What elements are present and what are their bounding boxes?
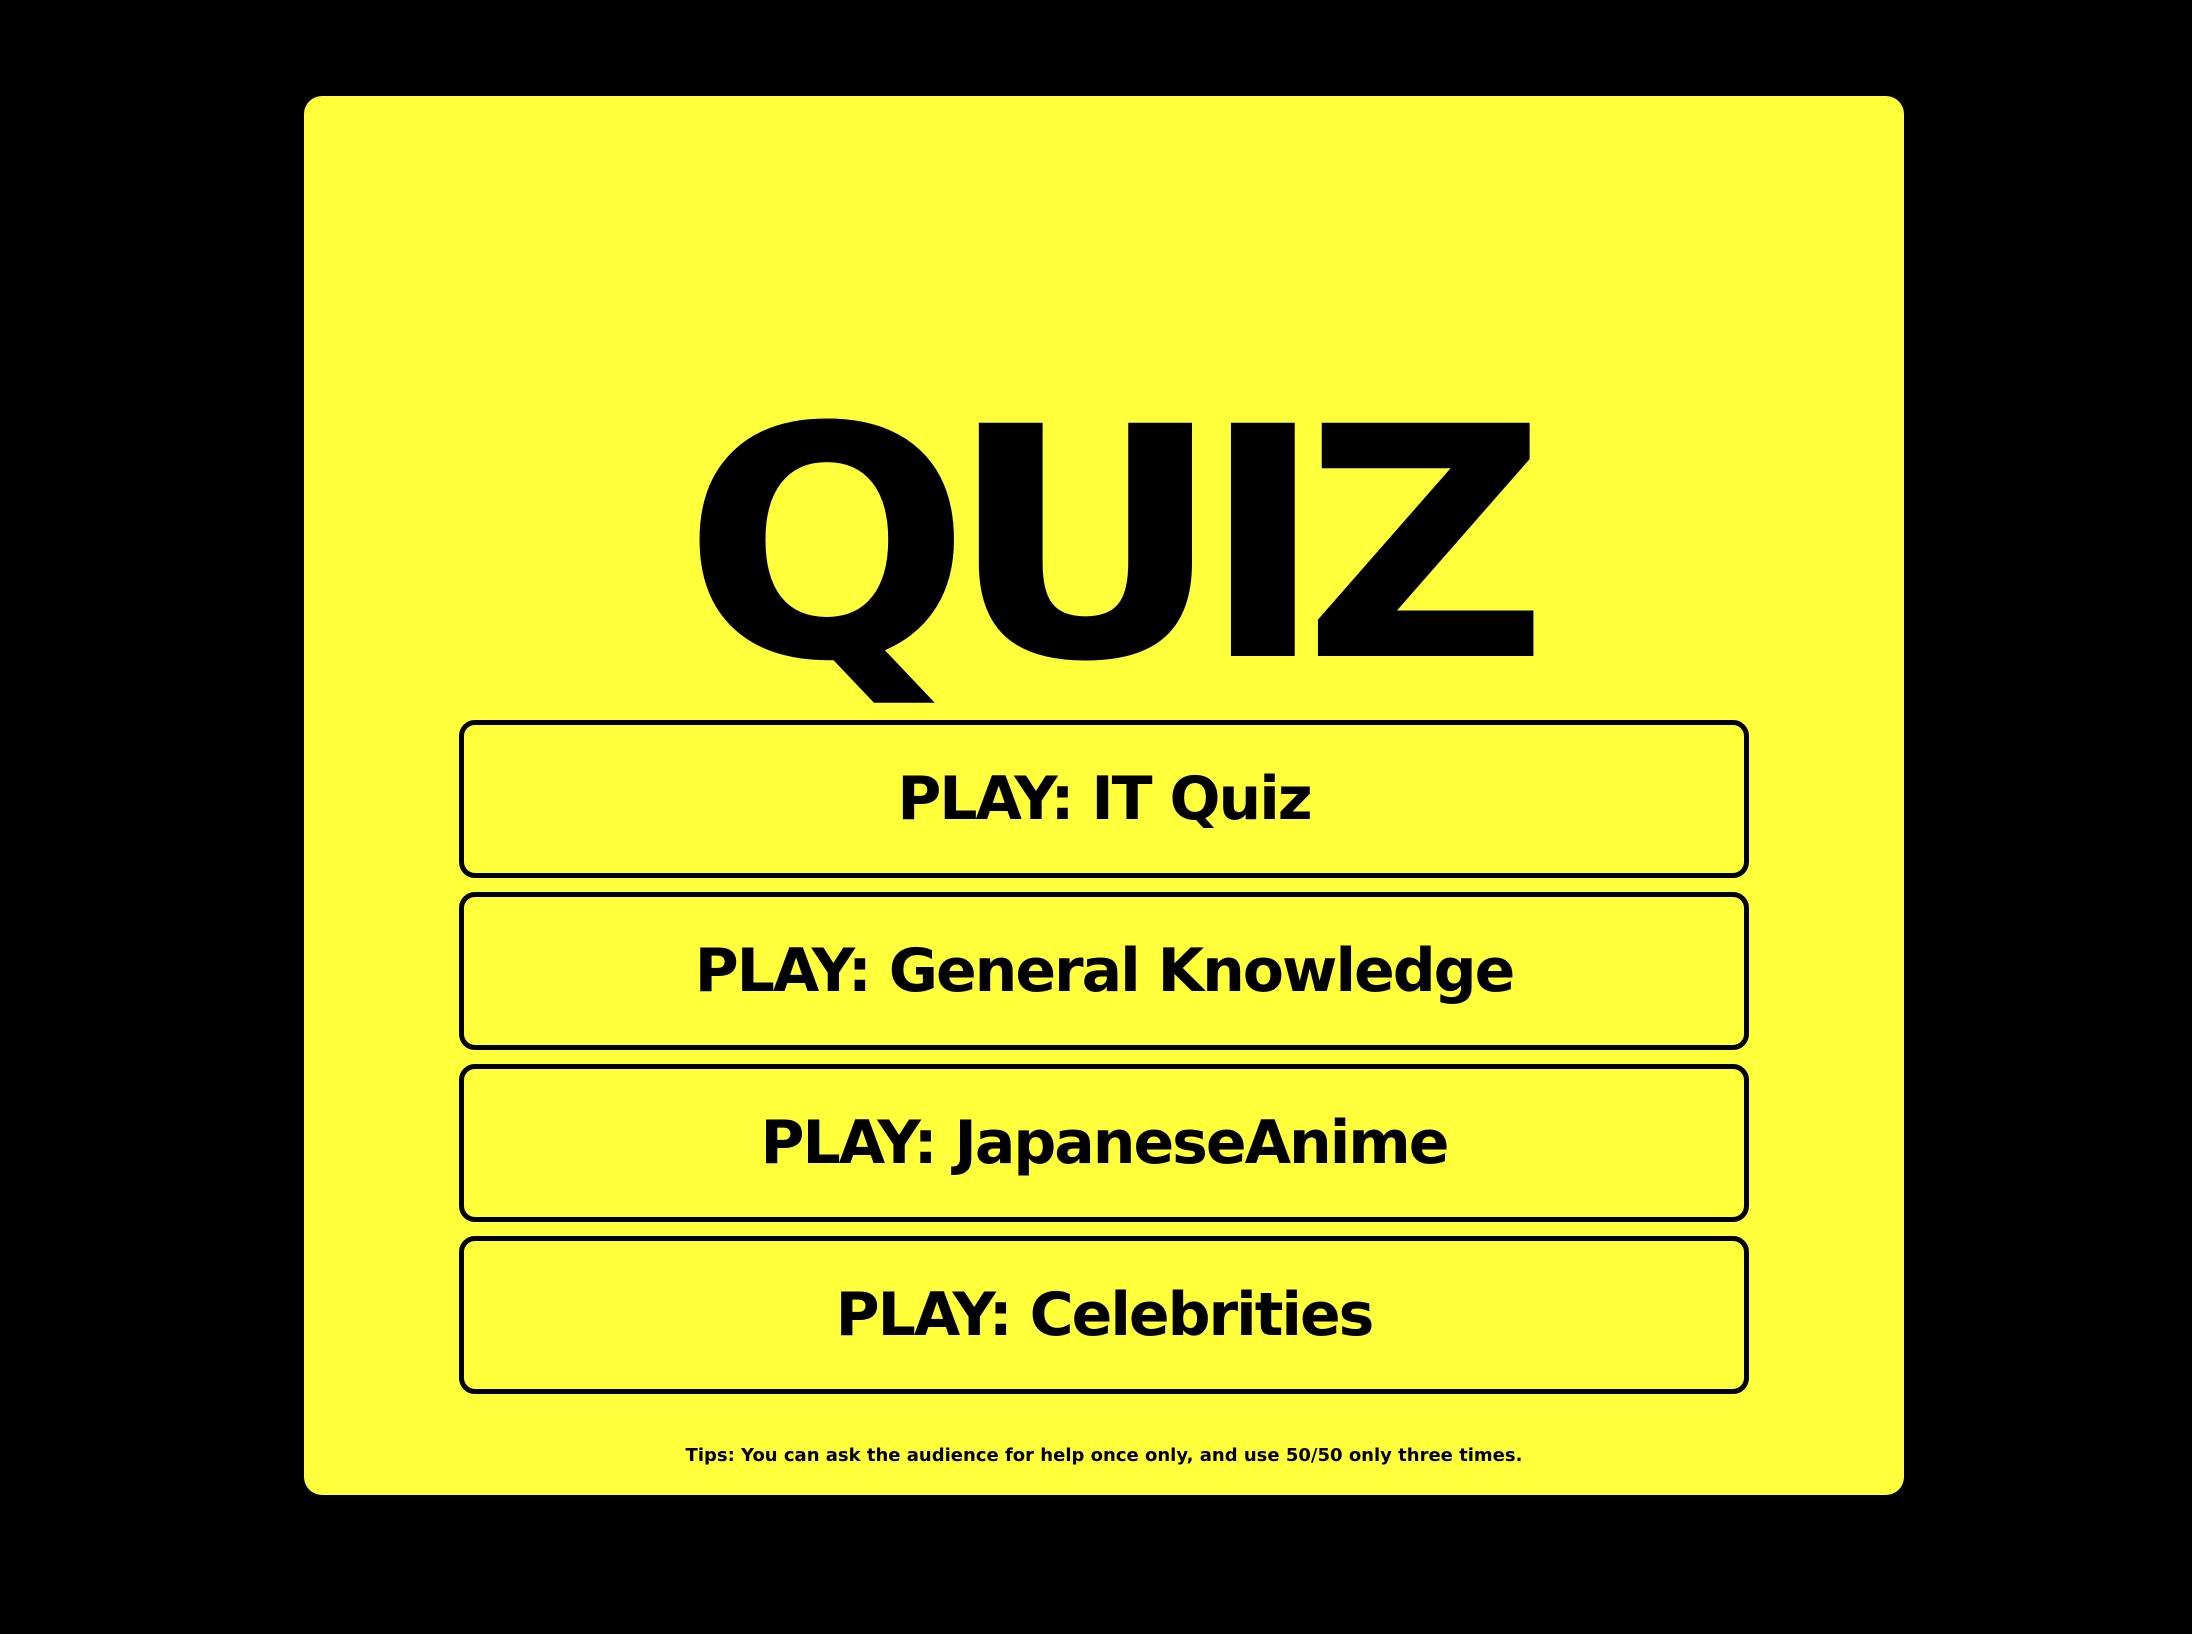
quiz-menu: PLAY: IT Quiz PLAY: General Knowledge PL… bbox=[459, 720, 1749, 1408]
play-celebrities-button[interactable]: PLAY: Celebrities bbox=[459, 1236, 1749, 1394]
tips-text: Tips: You can ask the audience for help … bbox=[685, 1445, 1523, 1466]
play-it-quiz-button[interactable]: PLAY: IT Quiz bbox=[459, 720, 1749, 878]
quiz-card: QUIZ PLAY: IT Quiz PLAY: General Knowled… bbox=[304, 96, 1904, 1495]
page-title: QUIZ bbox=[682, 360, 1549, 732]
play-japanese-anime-button[interactable]: PLAY: JapaneseAnime bbox=[459, 1064, 1749, 1222]
play-general-knowledge-button[interactable]: PLAY: General Knowledge bbox=[459, 892, 1749, 1050]
